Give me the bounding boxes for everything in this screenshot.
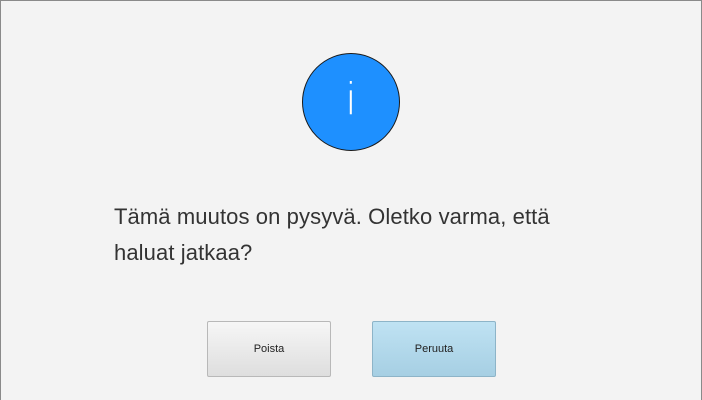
info-icon: i bbox=[302, 53, 400, 151]
cancel-button[interactable]: Peruuta bbox=[372, 321, 496, 377]
dialog-message: Tämä muutos on pysyvä. Oletko varma, ett… bbox=[114, 204, 550, 265]
confirmation-dialog: i Tämä muutos on pysyvä. Oletko varma, e… bbox=[0, 0, 702, 400]
delete-button[interactable]: Poista bbox=[207, 321, 331, 377]
info-icon-glyph: i bbox=[344, 74, 358, 125]
